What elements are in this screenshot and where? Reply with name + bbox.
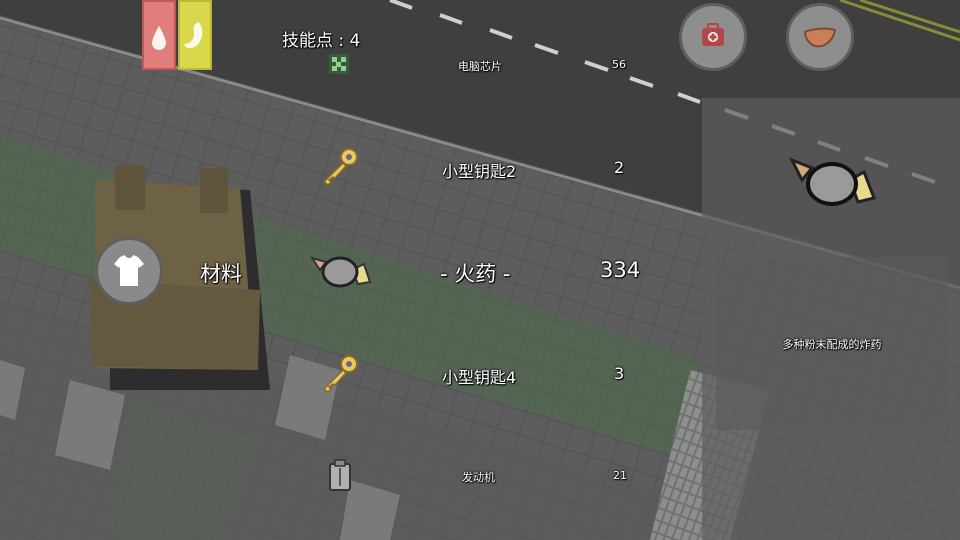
engine-icon	[329, 459, 351, 491]
medkit-button[interactable]	[679, 3, 747, 71]
item-name: 小型钥匙2	[442, 162, 517, 181]
item-count: 3	[614, 364, 625, 383]
key-icon	[322, 148, 358, 186]
stomach-icon	[184, 22, 203, 49]
category-button[interactable]	[95, 237, 163, 305]
chip-icon	[329, 54, 349, 74]
shirt-icon	[114, 255, 144, 286]
key-icon	[322, 355, 358, 393]
item-count: 21	[613, 469, 627, 482]
item-count: 56	[612, 58, 626, 71]
item-name: 小型钥匙4	[442, 368, 517, 387]
meat-icon	[803, 27, 837, 48]
item-name: 电脑芯片	[458, 60, 502, 73]
skill-points-label: 技能点 : 4	[282, 31, 361, 51]
gunpowder-icon	[788, 157, 877, 206]
item-name: 发动机	[462, 471, 495, 484]
thirst-meter	[142, 0, 176, 70]
hunger-meter	[178, 0, 212, 70]
item-description: 多种粉末配成的炸药	[782, 338, 882, 351]
category-label: 材料	[200, 262, 242, 286]
medkit-icon	[702, 23, 724, 46]
gunpowder-icon	[309, 256, 372, 288]
item-name: - 火药 -	[440, 262, 511, 286]
item-count: 334	[600, 258, 641, 282]
item-count: 2	[614, 158, 625, 177]
water-drop-icon	[152, 26, 166, 50]
food-button[interactable]	[786, 3, 854, 71]
